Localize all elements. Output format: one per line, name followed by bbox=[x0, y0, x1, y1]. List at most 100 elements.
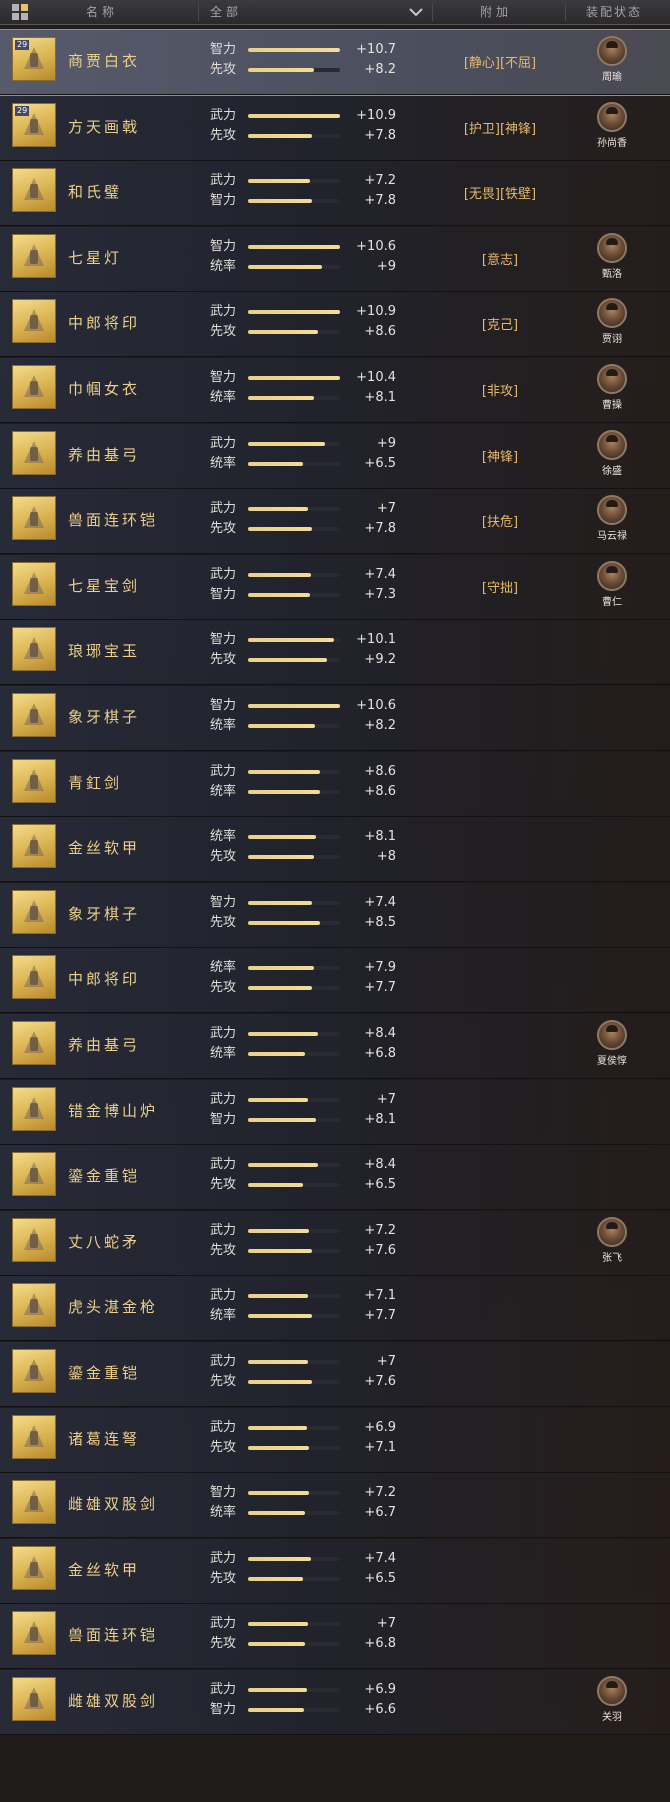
item-row[interactable]: 29 方天画戟 武力 +10.9 先攻 +7.8 [护卫][神锋] 孙尚香 bbox=[0, 95, 670, 161]
twin-swords-icon bbox=[12, 1677, 56, 1721]
stat-label: 先攻 bbox=[210, 914, 237, 930]
item-row[interactable]: 兽面连环铠 武力 +7 先攻 +7.8 [扶危] 马云禄 bbox=[0, 489, 670, 555]
stat-bar bbox=[248, 396, 340, 400]
stat-label: 统率 bbox=[210, 960, 237, 976]
stat-value: +8.1 bbox=[364, 1111, 396, 1127]
general-avatar[interactable] bbox=[597, 232, 627, 263]
general-avatar[interactable] bbox=[597, 560, 627, 591]
general-avatar[interactable] bbox=[597, 364, 627, 394]
item-name: 中郎将印 bbox=[68, 314, 141, 333]
item-name: 巾帼女衣 bbox=[68, 380, 141, 398]
stat-bar bbox=[248, 527, 340, 532]
stat-bar-fill bbox=[248, 264, 322, 269]
item-row[interactable]: 丈八蛇矛 武力 +7.2 先攻 +7.6 张飞 bbox=[0, 1210, 670, 1276]
item-row[interactable]: 诸葛连弩 武力 +6.9 先攻 +7.1 bbox=[0, 1407, 670, 1473]
item-row[interactable]: 养由基弓 武力 +9 统率 +6.5 [神锋] 徐盛 bbox=[0, 423, 670, 489]
stat-bar bbox=[248, 264, 340, 269]
stat-value: +10.9 bbox=[356, 107, 396, 123]
item-row[interactable]: 和氏璧 武力 +7.2 智力 +7.8 [无畏][铁壁] bbox=[0, 161, 670, 227]
stat-bar-fill bbox=[248, 855, 315, 860]
item-row[interactable]: 鎏金重铠 武力 +8.4 先攻 +6.5 bbox=[0, 1145, 670, 1211]
item-row[interactable]: 七星宝剑 武力 +7.4 智力 +7.3 [守拙] 曹仁 bbox=[0, 554, 670, 620]
stat-value: +7 bbox=[376, 1616, 396, 1632]
item-row[interactable]: 雌雄双股剑 武力 +6.9 智力 +6.6 关羽 bbox=[0, 1670, 670, 1735]
stat-bar bbox=[248, 658, 340, 663]
extra-column-header: 附加 bbox=[480, 5, 513, 19]
item-row[interactable]: 养由基弓 武力 +8.4 统率 +6.8 夏侯惇 bbox=[0, 1014, 670, 1079]
stat-label: 武力 bbox=[210, 763, 237, 779]
general-avatar[interactable] bbox=[597, 495, 627, 526]
stat-primary: 武力 +7 bbox=[210, 1091, 396, 1109]
stat-bar bbox=[248, 572, 340, 577]
filter-dropdown-value[interactable]: 全部 bbox=[210, 0, 242, 24]
general-avatar[interactable] bbox=[597, 36, 627, 66]
stat-label: 武力 bbox=[210, 1222, 237, 1238]
item-row[interactable]: 象牙棋子 智力 +7.4 先攻 +8.5 bbox=[0, 882, 670, 948]
general-avatar[interactable] bbox=[597, 1020, 627, 1050]
stat-bar bbox=[248, 1360, 340, 1364]
extra-traits: [神锋] bbox=[481, 449, 519, 465]
general-avatar[interactable] bbox=[597, 1676, 627, 1706]
chevron-down-icon[interactable] bbox=[408, 5, 424, 19]
item-row[interactable]: 青釭剑 武力 +8.6 统率 +8.6 bbox=[0, 751, 670, 817]
stat-bar-fill bbox=[248, 1097, 308, 1102]
stat-bar-fill bbox=[248, 1183, 304, 1188]
stat-value: +6.5 bbox=[364, 1177, 396, 1193]
item-row[interactable]: 虎头湛金枪 武力 +7.1 统率 +7.7 bbox=[0, 1276, 670, 1342]
stat-secondary: 统率 +6.8 bbox=[210, 1045, 396, 1063]
item-row[interactable]: 错金博山炉 武力 +7 智力 +8.1 bbox=[0, 1079, 670, 1145]
stat-value: +10.4 bbox=[356, 370, 396, 385]
stat-bar bbox=[248, 441, 340, 446]
item-row[interactable]: 巾帼女衣 智力 +10.4 统率 +8.1 [非攻] 曹操 bbox=[0, 358, 670, 423]
general-avatar[interactable] bbox=[597, 298, 627, 329]
item-row[interactable]: 金丝软甲 统率 +8.1 先攻 +8 bbox=[0, 817, 670, 883]
stat-value: +7.6 bbox=[364, 1242, 396, 1258]
item-row[interactable]: 兽面连环铠 武力 +7 先攻 +6.8 bbox=[0, 1604, 670, 1670]
stat-label: 武力 bbox=[210, 1091, 237, 1107]
grid-view-icon[interactable] bbox=[12, 4, 28, 20]
stat-value: +8 bbox=[376, 849, 396, 865]
item-row[interactable]: 中郎将印 统率 +7.9 先攻 +7.7 bbox=[0, 948, 670, 1014]
general-avatar[interactable] bbox=[597, 429, 627, 460]
item-row[interactable]: 中郎将印 武力 +10.9 先攻 +8.6 [克己] 贾诩 bbox=[0, 292, 670, 358]
stat-primary: 智力 +10.6 bbox=[210, 238, 396, 256]
item-row[interactable]: 鎏金重铠 武力 +7 先攻 +7.6 bbox=[0, 1342, 670, 1407]
item-row[interactable]: 七星灯 智力 +10.6 统率 +9 [意志] 甄洛 bbox=[0, 226, 670, 292]
stat-primary: 武力 +10.9 bbox=[210, 303, 396, 321]
stat-value: +8.2 bbox=[364, 718, 396, 733]
equipped-general-name: 曹仁 bbox=[602, 596, 622, 608]
item-name: 养由基弓 bbox=[68, 445, 141, 464]
stat-label: 智力 bbox=[210, 238, 237, 254]
stat-bar-fill bbox=[248, 1294, 308, 1299]
stat-label: 统率 bbox=[210, 258, 237, 274]
stat-label: 智力 bbox=[210, 894, 237, 910]
item-name: 方天画戟 bbox=[68, 117, 141, 136]
item-row[interactable]: 29 商贾白衣 智力 +10.7 先攻 +8.2 [静心][不屈] 周瑜 bbox=[0, 29, 670, 96]
item-row[interactable]: 象牙棋子 智力 +10.6 统率 +8.2 bbox=[0, 686, 670, 751]
stat-value: +6.9 bbox=[364, 1682, 396, 1697]
stat-secondary: 统率 +7.7 bbox=[210, 1307, 396, 1325]
stat-label: 智力 bbox=[210, 632, 237, 648]
general-avatar[interactable] bbox=[597, 1216, 627, 1247]
general-avatar[interactable] bbox=[597, 101, 627, 132]
stat-label: 先攻 bbox=[210, 1177, 237, 1193]
item-name: 金丝软甲 bbox=[68, 1560, 141, 1579]
item-row[interactable]: 金丝软甲 武力 +7.4 先攻 +6.5 bbox=[0, 1538, 670, 1604]
stat-label: 先攻 bbox=[210, 62, 237, 77]
item-row[interactable]: 雌雄双股剑 智力 +7.2 统率 +6.7 bbox=[0, 1473, 670, 1539]
stat-bar-fill bbox=[248, 769, 320, 774]
inventory-panel: 名称 全部 附加 装配状态 29 商贾白衣 智力 +10.7 先攻 +8.2 [… bbox=[0, 0, 670, 1802]
equipped-general-name: 关羽 bbox=[602, 1712, 622, 1723]
name-column-header[interactable]: 名称 bbox=[86, 0, 118, 24]
stat-secondary: 统率 +9 bbox=[210, 258, 396, 276]
stat-value: +9 bbox=[376, 435, 396, 451]
stat-bar bbox=[248, 68, 340, 72]
stat-primary: 武力 +7 bbox=[210, 1353, 396, 1371]
item-row[interactable]: 琅琊宝玉 智力 +10.1 先攻 +9.2 bbox=[0, 620, 670, 686]
stat-label: 武力 bbox=[210, 1157, 237, 1173]
stat-primary: 统率 +8.1 bbox=[210, 828, 396, 846]
stat-label: 武力 bbox=[210, 435, 237, 451]
item-level-tag: 29 bbox=[15, 40, 30, 50]
stat-secondary: 智力 +6.6 bbox=[210, 1701, 396, 1719]
sword-icon bbox=[12, 758, 56, 803]
